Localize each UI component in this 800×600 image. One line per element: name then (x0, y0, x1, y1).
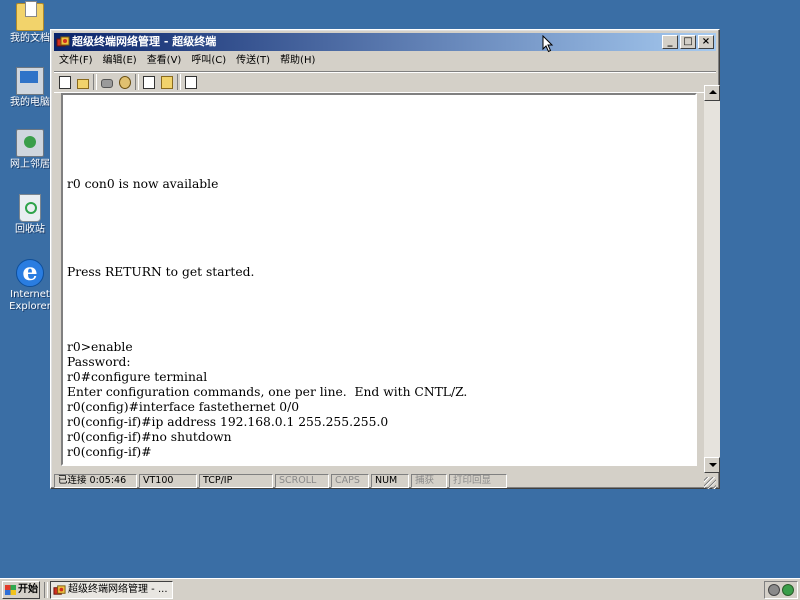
hang-up-icon (119, 76, 131, 89)
taskbar-item-hyperterminal[interactable]: 超级终端网络管理 - ... (50, 581, 173, 599)
recycle-bin-icon (19, 194, 41, 222)
menu-transfer[interactable]: 传送(T) (231, 52, 275, 70)
new-document-icon (59, 76, 71, 89)
hyperterminal-window: 超级终端网络管理 - 超级终端 _ □ × 文件(F) 编辑(E) 查看(V) … (50, 29, 720, 489)
window-title: 超级终端网络管理 - 超级终端 (72, 35, 217, 48)
properties-icon (185, 76, 197, 89)
start-label: 开始 (18, 584, 38, 595)
title-buttons: _ □ × (660, 35, 714, 49)
terminal-line: r0 con0 is now available (67, 177, 219, 191)
status-bar: 已连接 0:05:46 VT100 TCP/IP SCROLL CAPS NUM… (54, 473, 716, 489)
minimize-icon: _ (667, 36, 673, 47)
desktop-icon-recycle-bin[interactable]: 回收站 (4, 194, 56, 236)
desktop-icon-my-computer[interactable]: 我的电脑 (4, 67, 56, 109)
menu-help[interactable]: 帮助(H) (275, 52, 320, 70)
volume-icon[interactable] (768, 584, 780, 596)
terminal-line: r0(config-if)#no shutdown (67, 430, 232, 444)
send-button[interactable] (140, 74, 157, 90)
terminal-line: Enter configuration commands, one per li… (67, 385, 468, 399)
desktop-icon-internet-explorer[interactable]: Internet Explorer (4, 257, 56, 313)
status-caps: CAPS (331, 474, 369, 488)
internet-explorer-icon (16, 257, 44, 287)
network-places-icon (16, 129, 44, 157)
receive-button[interactable] (158, 74, 175, 90)
desktop-icon-label: 我的文档 (10, 33, 50, 44)
copy-icon (143, 76, 155, 89)
status-connection-time: 已连接 0:05:46 (54, 474, 137, 488)
disconnect-button[interactable] (116, 74, 133, 90)
arrow-down-icon (709, 463, 717, 467)
scroll-down-button[interactable] (704, 457, 720, 473)
mouse-cursor-icon (542, 35, 554, 53)
hyperterminal-app-icon (56, 36, 70, 47)
terminal-line: r0#configure terminal (67, 370, 208, 384)
minimize-button[interactable]: _ (662, 35, 678, 49)
terminal-line: r0>enable (67, 340, 133, 354)
terminal-line: Password: (67, 355, 131, 369)
my-computer-icon (16, 67, 44, 95)
menu-bar: 文件(F) 编辑(E) 查看(V) 呼叫(C) 传送(T) 帮助(H) (54, 52, 716, 70)
terminal-line: r0(config-if)#ip address 192.168.0.1 255… (67, 415, 389, 429)
desktop-icon-my-documents[interactable]: 我的文档 (4, 1, 56, 45)
status-emulation: VT100 (139, 474, 197, 488)
desktop-icon-label: 回收站 (15, 224, 45, 235)
menu-file[interactable]: 文件(F) (54, 52, 98, 70)
status-print-echo: 打印回显 (449, 474, 507, 488)
menu-view[interactable]: 查看(V) (142, 52, 187, 70)
paste-icon (161, 76, 173, 89)
properties-button[interactable] (182, 74, 199, 90)
menu-edit[interactable]: 编辑(E) (98, 52, 142, 70)
open-folder-icon (77, 79, 89, 89)
new-button[interactable] (56, 74, 73, 90)
toolbar-separator (135, 74, 139, 90)
resize-grip[interactable] (704, 477, 716, 489)
taskbar-separator (44, 582, 48, 598)
desktop-icon-label: 网上邻居 (10, 159, 50, 170)
open-button[interactable] (74, 74, 91, 90)
start-button[interactable]: 开始 (2, 581, 40, 599)
close-icon: × (701, 36, 711, 47)
toolbar (54, 71, 716, 93)
desktop-icon-label: 我的电脑 (10, 97, 50, 108)
maximize-icon: □ (683, 36, 693, 47)
window-titlebar[interactable]: 超级终端网络管理 - 超级终端 _ □ × (54, 33, 716, 51)
status-num: NUM (371, 474, 409, 488)
vertical-scrollbar[interactable] (704, 85, 720, 473)
taskbar: 开始 超级终端网络管理 - ... (0, 578, 800, 600)
phone-icon (101, 79, 113, 88)
status-scroll: SCROLL (275, 474, 329, 488)
desktop-icon-label: Explorer (9, 301, 51, 312)
taskbar-item-label: 超级终端网络管理 - ... (68, 584, 168, 595)
maximize-button[interactable]: □ (680, 35, 696, 49)
network-status-icon[interactable] (782, 584, 794, 596)
terminal-line: r0(config-if)# (67, 445, 152, 459)
terminal-line: Press RETURN to get started. (67, 265, 255, 279)
desktop-icon-label: Internet (10, 289, 50, 300)
status-protocol: TCP/IP (199, 474, 273, 488)
toolbar-separator (177, 74, 181, 90)
my-documents-icon (16, 1, 44, 31)
scroll-up-button[interactable] (704, 85, 720, 101)
terminal-screen[interactable]: r0 con0 is now available Press RETURN to… (67, 95, 691, 464)
terminal-line: r0(config)#interface fastethernet 0/0 (67, 400, 300, 414)
toolbar-separator (93, 74, 97, 90)
close-button[interactable]: × (698, 35, 714, 49)
arrow-up-icon (709, 90, 717, 94)
menu-call[interactable]: 呼叫(C) (186, 52, 231, 70)
desktop-icon-network-places[interactable]: 网上邻居 (4, 129, 56, 171)
hyperterminal-app-icon (53, 585, 66, 595)
status-capture: 捕获 (411, 474, 447, 488)
system-tray (764, 581, 798, 599)
terminal-frame: r0 con0 is now available Press RETURN to… (61, 93, 697, 466)
call-button[interactable] (98, 74, 115, 90)
windows-logo-icon (5, 585, 16, 595)
